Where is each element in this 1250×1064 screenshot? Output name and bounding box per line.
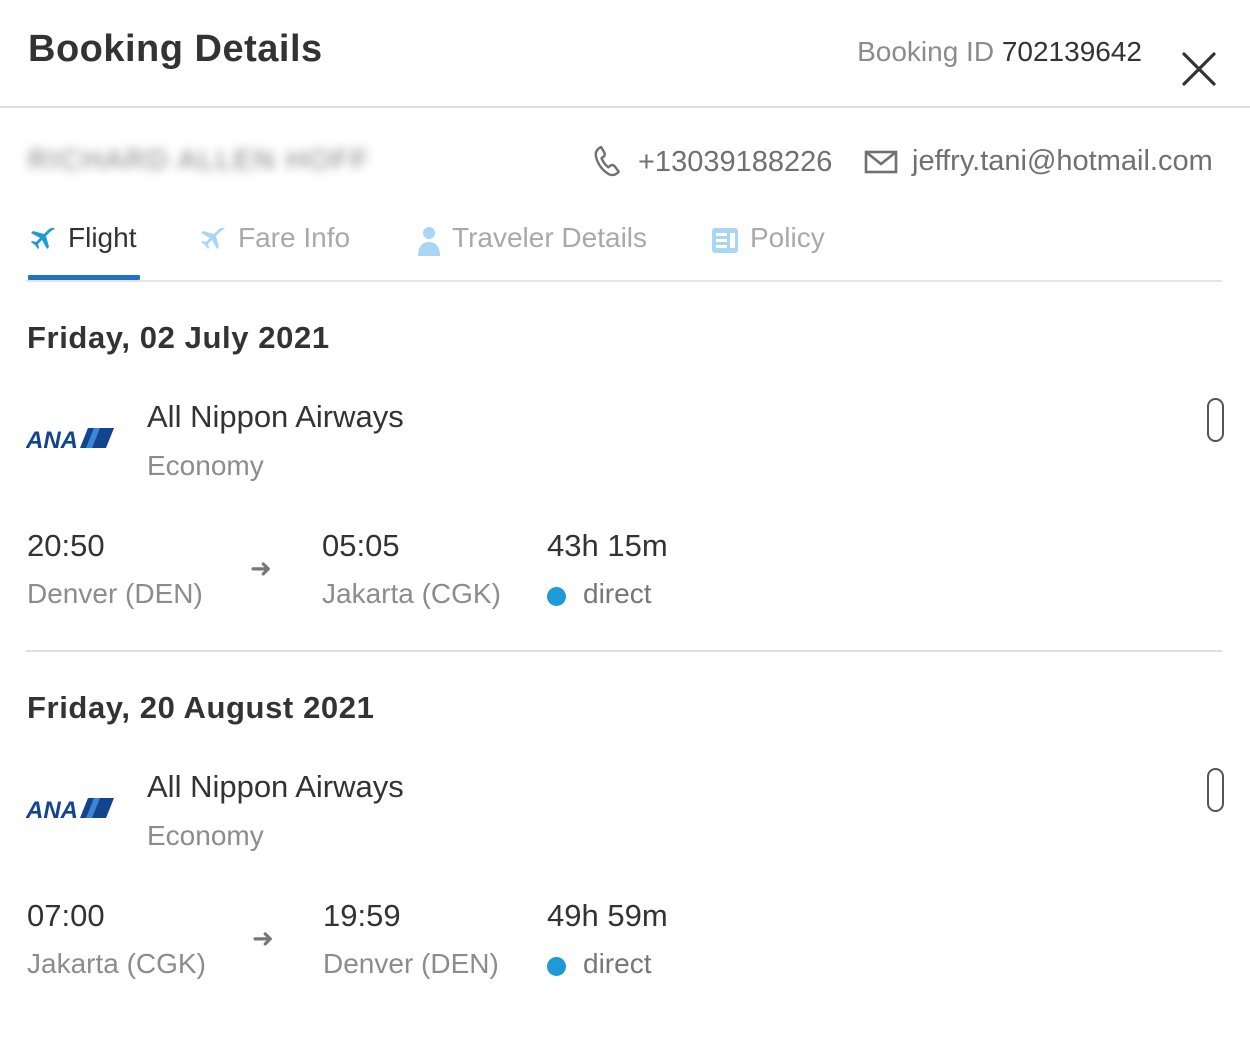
tab-traveler-details[interactable]: Traveler Details [416,222,647,280]
tab-label: Traveler Details [452,222,648,253]
modal-header: Booking Details Booking ID 702139642 [0,0,1250,108]
arrive-time: 05:05 [322,528,400,563]
booking-id-value: 702139642 [1001,36,1142,67]
arrow-right-icon: ➜ [252,923,274,953]
ana-logo-icon: ANA [26,797,114,824]
flight-duration: 49h 59m [547,898,668,933]
close-button[interactable] [1180,50,1218,88]
svg-text:ANA: ANA [26,427,78,454]
booking-id: Booking ID 702139642 [857,36,1142,68]
arrow-right-icon: ➜ [250,553,272,583]
tab-label: Policy [750,222,825,253]
tab-policy[interactable]: Policy [710,222,825,280]
tab-flight[interactable]: Flight [28,222,140,280]
flight-duration: 43h 15m [547,528,668,563]
arrive-time: 19:59 [323,898,401,933]
document-icon [712,228,738,253]
direct-dot-icon [547,587,566,606]
depart-place: Denver (DEN) [27,578,203,609]
cabin-class: Economy [147,820,264,851]
tab-bar: Flight Fare Info Traveler Details Policy [26,222,1222,282]
active-tab-indicator [28,275,140,280]
arrive-place: Denver (DEN) [323,948,499,979]
email-address: jeffry.tani@hotmail.com [912,145,1213,177]
mail-icon [864,150,898,173]
expand-toggle[interactable] [1207,398,1224,442]
close-icon [1182,52,1216,86]
depart-place: Jakarta (CGK) [27,948,206,979]
leg-date: Friday, 02 July 2021 [27,320,330,355]
depart-time: 20:50 [27,528,105,563]
leg-divider [26,650,1222,652]
ana-logo-icon: ANA [26,427,114,454]
svg-text:ANA: ANA [26,797,78,824]
traveler-email[interactable]: jeffry.tani@hotmail.com [864,145,1213,178]
leg-date: Friday, 20 August 2021 [27,690,375,725]
expand-toggle[interactable] [1207,768,1224,812]
airline-name: All Nippon Airways [147,769,404,804]
plane-icon [201,227,225,249]
airline-name: All Nippon Airways [147,399,404,434]
stops-label: direct [583,948,652,979]
page-title: Booking Details [28,28,323,70]
depart-time: 07:00 [27,898,105,933]
booking-id-label: Booking ID [857,36,995,67]
cabin-class: Economy [147,450,264,481]
traveler-phone[interactable]: +13039188226 [590,145,832,179]
stops-label: direct [583,578,652,609]
phone-icon [594,145,620,177]
arrive-place: Jakarta (CGK) [322,578,501,609]
direct-dot-icon [547,957,566,976]
traveler-name: RICHARD ALLEN HOFF [28,144,371,175]
plane-icon [31,227,55,249]
tab-fare-info[interactable]: Fare Info [198,222,350,280]
tab-label: Flight [68,222,137,253]
phone-number: +13039188226 [638,145,833,178]
tab-label: Fare Info [238,222,351,253]
person-icon [418,227,440,256]
